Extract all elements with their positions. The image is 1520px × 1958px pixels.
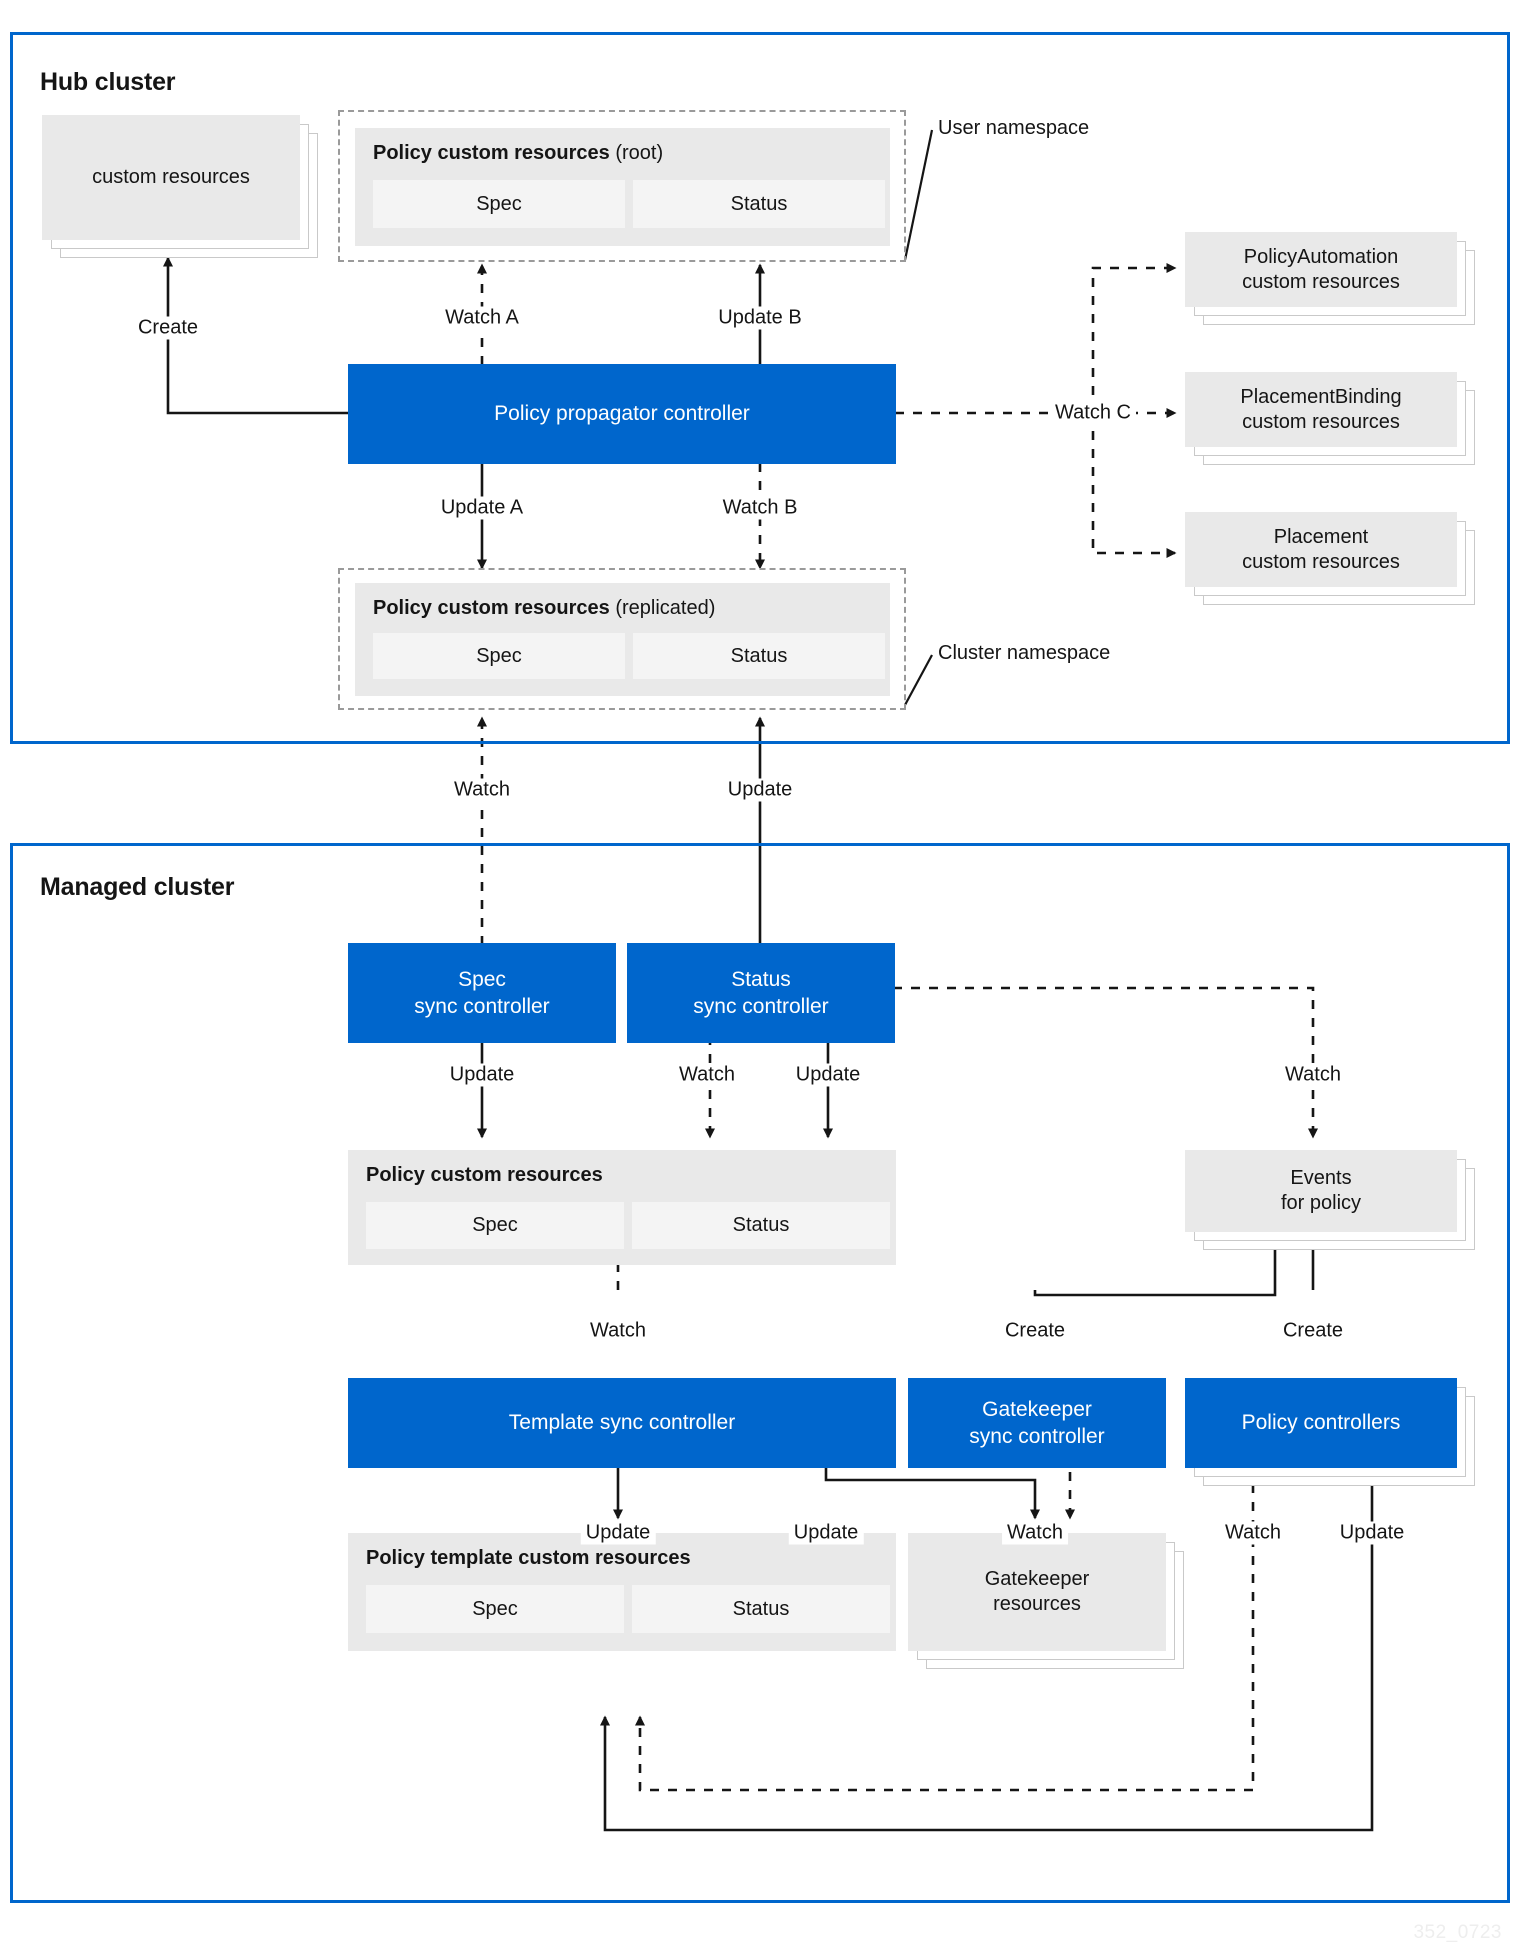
- edge-label-events-watch: Watch: [1280, 1063, 1346, 1087]
- events-for-policy-line1: Events: [1290, 1167, 1352, 1189]
- user-namespace-label: User namespace: [938, 117, 1090, 139]
- gatekeeper-resources-stack: Gatekeeper resources: [908, 1533, 1198, 1669]
- edge-label-pc-watch: Watch: [1220, 1521, 1286, 1545]
- edge-label-watch-b: Watch B: [717, 496, 803, 520]
- policy-template-status-field: Status: [632, 1585, 890, 1633]
- placement-binding-line2: custom resources: [1242, 410, 1400, 433]
- edge-label-watch-a: Watch A: [440, 306, 524, 330]
- placement-resources-stack: Placement custom resources: [1185, 512, 1475, 605]
- replicated-policy-custom-resources-box: Policy custom resources (replicated) Spe…: [355, 583, 890, 696]
- gatekeeper-resources-box: Gatekeeper resources: [908, 1533, 1166, 1651]
- policy-automation-resources-stack: PolicyAutomation custom resources: [1185, 232, 1475, 325]
- status-sync-controller-line1: Status: [731, 967, 791, 991]
- edge-label-template-watch: Watch: [585, 1319, 651, 1343]
- gatekeeper-sync-controller-line2: sync controller: [969, 1425, 1105, 1448]
- hub-cluster-title: Hub cluster: [40, 68, 176, 96]
- root-policy-status-label: Status: [730, 192, 788, 215]
- managed-policy-title: Policy custom resources: [366, 1164, 603, 1187]
- edge-label-template-update-left: Update: [580, 1521, 656, 1545]
- policy-propagator-controller[interactable]: Policy propagator controller: [348, 364, 896, 464]
- status-sync-controller[interactable]: Status sync controller: [627, 943, 895, 1043]
- spec-sync-controller-line2: sync controller: [414, 995, 550, 1018]
- managed-policy-spec-field: Spec: [366, 1202, 624, 1249]
- placement-line2: custom resources: [1242, 550, 1400, 573]
- hub-custom-resources-label: custom resources: [92, 166, 250, 188]
- edge-label-create: Create: [132, 316, 204, 340]
- edge-label-watch-c: Watch C: [1050, 401, 1136, 425]
- edge-label-template-update-right: Update: [788, 1521, 864, 1545]
- events-for-policy-line2: for policy: [1280, 1192, 1362, 1214]
- managed-policy-custom-resources-box: Policy custom resources Spec Status: [348, 1150, 896, 1265]
- policy-automation-resources-box: PolicyAutomation custom resources: [1185, 232, 1457, 307]
- policy-template-status-label: Status: [732, 1597, 790, 1620]
- root-policy-custom-resources-box: Policy custom resources (root) Spec Stat…: [355, 128, 890, 246]
- policy-automation-line1: PolicyAutomation: [1243, 245, 1399, 268]
- policy-controllers-box[interactable]: Policy controllers: [1185, 1378, 1457, 1468]
- policy-template-spec-field: Spec: [366, 1585, 624, 1633]
- status-sync-controller-line2: sync controller: [693, 995, 829, 1018]
- hub-custom-resources-box: custom resources: [42, 115, 300, 240]
- edge-label-status-update: Update: [790, 1063, 866, 1087]
- edge-label-gk-watch: Watch: [1002, 1521, 1068, 1545]
- events-for-policy-box: Events for policy: [1185, 1150, 1457, 1232]
- replicated-policy-status-label: Status: [730, 644, 788, 667]
- managed-policy-title-bold: Policy custom resources: [366, 1164, 603, 1186]
- spec-sync-controller[interactable]: Spec sync controller: [348, 943, 616, 1043]
- policy-controllers-label: Policy controllers: [1241, 1411, 1401, 1435]
- replicated-policy-title-bold: Policy custom resources: [373, 597, 610, 619]
- events-for-policy-stack: Events for policy: [1185, 1150, 1475, 1250]
- placement-resources-box: Placement custom resources: [1185, 512, 1457, 587]
- policy-template-spec-label: Spec: [472, 1597, 518, 1620]
- root-policy-title: Policy custom resources (root): [373, 142, 663, 165]
- edge-label-gk-create: Create: [999, 1319, 1071, 1343]
- policy-template-title: Policy template custom resources: [366, 1547, 691, 1570]
- edge-label-bridge-watch: Watch: [449, 778, 515, 802]
- root-policy-spec-field: Spec: [373, 180, 625, 228]
- cluster-namespace-label: Cluster namespace: [938, 642, 1111, 664]
- root-policy-status-field: Status: [633, 180, 885, 228]
- gatekeeper-sync-controller-line1: Gatekeeper: [982, 1397, 1092, 1421]
- edge-label-update-b: Update B: [713, 306, 807, 330]
- placement-binding-resources-box: PlacementBinding custom resources: [1185, 372, 1457, 447]
- managed-cluster-title: Managed cluster: [40, 873, 235, 901]
- replicated-policy-status-field: Status: [633, 633, 885, 679]
- policy-controllers-stack: Policy controllers: [1185, 1378, 1475, 1486]
- managed-policy-status-field: Status: [632, 1202, 890, 1249]
- policy-automation-line2: custom resources: [1242, 270, 1400, 293]
- replicated-policy-spec-label: Spec: [476, 644, 522, 667]
- replicated-policy-title: Policy custom resources (replicated): [373, 597, 715, 620]
- policy-template-title-bold: Policy template custom resources: [366, 1547, 691, 1569]
- placement-binding-line1: PlacementBinding: [1240, 385, 1402, 408]
- gatekeeper-resources-line1: Gatekeeper: [984, 1568, 1090, 1590]
- placement-binding-resources-stack: PlacementBinding custom resources: [1185, 372, 1475, 465]
- edge-label-pc-create: Create: [1277, 1319, 1349, 1343]
- gatekeeper-sync-controller[interactable]: Gatekeeper sync controller: [908, 1378, 1166, 1468]
- diagram-canvas: Hub cluster custom resources User namesp…: [0, 0, 1520, 1958]
- template-sync-controller[interactable]: Template sync controller: [348, 1378, 896, 1468]
- edge-label-bridge-update: Update: [722, 778, 798, 802]
- root-policy-title-paren: (root): [615, 142, 664, 164]
- gatekeeper-resources-line2: resources: [993, 1593, 1081, 1615]
- managed-policy-spec-label: Spec: [472, 1214, 518, 1236]
- edge-label-status-watch: Watch: [674, 1063, 740, 1087]
- root-policy-title-bold: Policy custom resources: [373, 142, 610, 164]
- template-sync-controller-label: Template sync controller: [508, 1411, 736, 1435]
- policy-propagator-controller-label: Policy propagator controller: [494, 402, 750, 426]
- managed-policy-status-label: Status: [732, 1214, 790, 1236]
- spec-sync-controller-line1: Spec: [458, 967, 506, 991]
- hub-custom-resources-stack: custom resources: [42, 115, 318, 258]
- watermark: 352_0723: [1413, 1922, 1502, 1943]
- placement-line1: Placement: [1273, 525, 1369, 548]
- replicated-policy-title-paren: (replicated): [615, 597, 716, 619]
- policy-template-custom-resources-box: Policy template custom resources Spec St…: [348, 1533, 896, 1651]
- edge-label-pc-update: Update: [1334, 1521, 1410, 1545]
- root-policy-spec-label: Spec: [476, 192, 522, 215]
- edge-label-spec-update: Update: [444, 1063, 520, 1087]
- replicated-policy-spec-field: Spec: [373, 633, 625, 679]
- edge-label-update-a: Update A: [435, 496, 529, 520]
